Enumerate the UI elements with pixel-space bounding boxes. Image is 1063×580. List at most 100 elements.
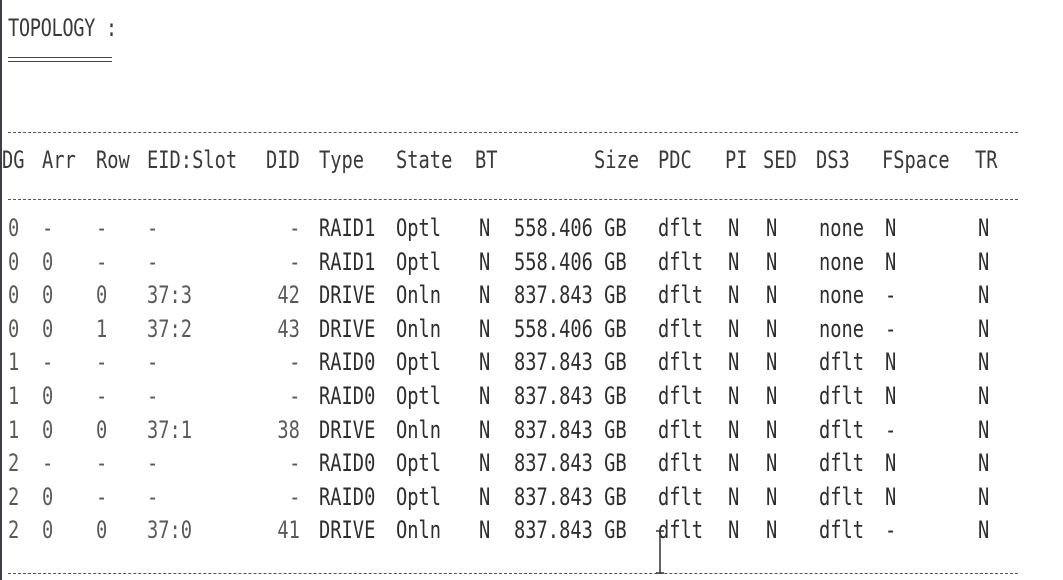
- cell-arr: 0: [42, 247, 54, 276]
- cell-state: Optl: [396, 348, 442, 377]
- cell-arr: 0: [42, 281, 54, 310]
- cell-pdc: dflt: [658, 314, 704, 343]
- cell-fspace: -: [885, 281, 897, 310]
- cell-sed: N: [766, 415, 778, 444]
- cell-state: Optl: [396, 449, 442, 478]
- cell-did: -: [288, 214, 300, 242]
- cell-size: 558.406 GB: [514, 214, 627, 242]
- cell-fspace: -: [885, 415, 897, 444]
- cell-size: 837.843 GB: [514, 415, 627, 444]
- cell-row: 0: [96, 415, 108, 444]
- cell-arr: -: [42, 449, 54, 478]
- cell-pi: N: [728, 247, 740, 276]
- cell-type: RAID0: [319, 482, 376, 511]
- cell-pdc: dflt: [658, 348, 704, 377]
- cell-did: -: [288, 247, 300, 276]
- cell-eid-slot: 37:1: [147, 415, 193, 444]
- cell-row: -: [96, 482, 108, 511]
- cell-tr: N: [978, 247, 990, 276]
- cell-bt: N: [479, 449, 491, 478]
- cell-did: 41: [277, 516, 300, 545]
- cell-size: 558.406 GB: [514, 247, 627, 276]
- cell-pi: N: [728, 482, 740, 511]
- cell-bt: N: [479, 516, 491, 545]
- cell-sed: N: [766, 214, 778, 242]
- cell-pi: N: [728, 348, 740, 377]
- table-row: 0 0- - - RAID1 Optl N 558.406 GB dflt N Nnone N N: [8, 248, 1018, 280]
- cell-eid-slot: -: [147, 247, 159, 276]
- cell-bt: N: [479, 482, 491, 511]
- cell-tr: N: [978, 516, 990, 545]
- cell-bt: N: [479, 415, 491, 444]
- column-header-state: State: [396, 146, 453, 174]
- cell-tr: N: [978, 449, 990, 478]
- cell-fspace: N: [885, 482, 897, 511]
- cell-arr: -: [42, 214, 54, 242]
- cell-ds3: dflt: [819, 415, 865, 444]
- cell-eid-slot: 37:0: [147, 516, 193, 545]
- cell-state: Optl: [396, 214, 442, 242]
- cell-row: -: [96, 382, 108, 410]
- column-header-pdc: PDC: [658, 146, 692, 174]
- cell-state: Onln: [396, 314, 442, 343]
- cell-ds3: dflt: [819, 482, 865, 511]
- cell-type: DRIVE: [319, 415, 376, 444]
- cell-tr: N: [978, 314, 990, 343]
- table-top-divider: [8, 132, 1018, 133]
- table-row: 1- - - - RAID0 Optl N 837.843 GB dflt N Ndflt N N: [8, 348, 1018, 380]
- cell-eid-slot: -: [147, 348, 159, 377]
- cell-row: -: [96, 449, 108, 478]
- cell-ds3: dflt: [819, 348, 865, 377]
- cell-size: 837.843 GB: [514, 348, 627, 377]
- terminal-output[interactable]: TOPOLOGY : DG Arr Row EID:Slot DID Type …: [2, 0, 1058, 580]
- cell-eid-slot: 37:3: [147, 281, 193, 310]
- cell-ds3: none: [819, 214, 865, 242]
- cell-arr: 0: [42, 415, 54, 444]
- cell-size: 837.843 GB: [514, 382, 627, 410]
- cell-ds3: dflt: [819, 516, 865, 545]
- cell-dg: 2: [8, 516, 20, 545]
- cell-dg: 0: [8, 314, 20, 343]
- cell-dg: 2: [8, 449, 20, 478]
- cell-state: Optl: [396, 482, 442, 511]
- cell-type: DRIVE: [319, 516, 376, 545]
- cell-arr: -: [42, 348, 54, 377]
- heading-underline: [8, 57, 112, 62]
- cell-eid-slot: 37:2: [147, 314, 193, 343]
- cell-row: -: [96, 214, 108, 242]
- cell-fspace: N: [885, 382, 897, 410]
- cell-fspace: N: [885, 214, 897, 242]
- column-header-tr: TR: [975, 146, 998, 174]
- cell-eid-slot: -: [147, 382, 159, 410]
- cell-tr: N: [978, 348, 990, 377]
- cell-pdc: dflt: [658, 281, 704, 310]
- column-header-size: Size: [594, 146, 640, 174]
- cell-tr: N: [978, 281, 990, 310]
- cell-sed: N: [766, 382, 778, 410]
- column-header-sed: SED: [763, 146, 797, 174]
- cell-bt: N: [479, 348, 491, 377]
- cell-did: -: [288, 449, 300, 478]
- cell-did: 43: [277, 314, 300, 343]
- cell-sed: N: [766, 449, 778, 478]
- cell-type: RAID1: [319, 214, 376, 242]
- window-left-border: [0, 0, 2, 580]
- table-header: DG Arr Row EID:Slot DID Type State BT Si…: [2, 146, 1018, 182]
- cell-sed: N: [766, 348, 778, 377]
- cell-tr: N: [978, 482, 990, 511]
- cell-fspace: N: [885, 247, 897, 276]
- column-header-arr: Arr: [42, 146, 76, 174]
- cell-row: -: [96, 247, 108, 276]
- cell-pi: N: [728, 415, 740, 444]
- cell-bt: N: [479, 382, 491, 410]
- cell-pi: N: [728, 281, 740, 310]
- cell-dg: 2: [8, 482, 20, 511]
- cell-row: 1: [96, 314, 108, 343]
- section-heading: TOPOLOGY :: [8, 14, 117, 42]
- cell-sed: N: [766, 314, 778, 343]
- cell-row: 0: [96, 281, 108, 310]
- cell-pi: N: [728, 382, 740, 410]
- cell-dg: 0: [8, 247, 20, 276]
- table-bottom-divider: [8, 573, 1018, 574]
- cell-eid-slot: -: [147, 482, 159, 511]
